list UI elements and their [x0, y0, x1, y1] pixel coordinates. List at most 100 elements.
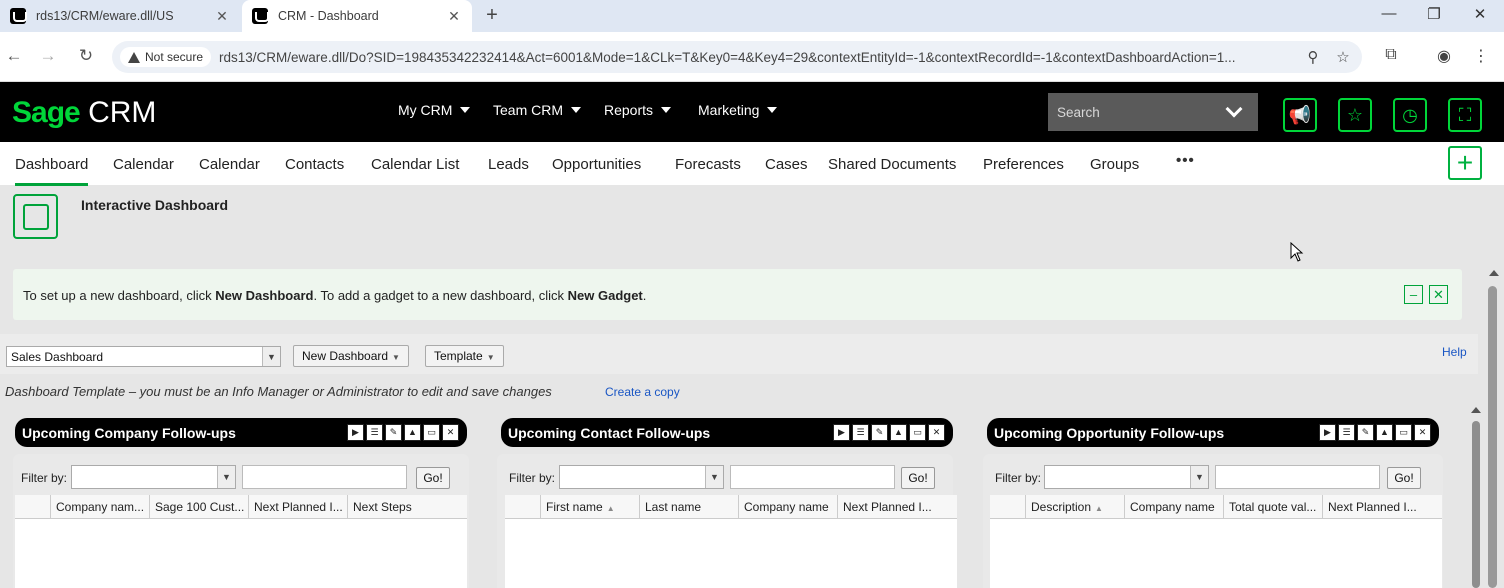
filter-input[interactable]: [730, 465, 895, 489]
scroll-up-icon[interactable]: [1471, 407, 1481, 413]
select-arrow-icon[interactable]: ▼: [217, 466, 235, 488]
restore-icon[interactable]: ❐: [1422, 5, 1446, 23]
filter-select[interactable]: ▼: [71, 465, 236, 489]
close-icon[interactable]: ✕: [442, 424, 459, 441]
tab-calendar-list[interactable]: Calendar List: [371, 156, 459, 173]
page-scrollbar[interactable]: [1486, 268, 1500, 588]
go-button[interactable]: Go!: [416, 467, 450, 489]
minimize-icon[interactable]: —: [1377, 5, 1401, 22]
close-icon[interactable]: ✕: [214, 8, 230, 25]
reload-icon[interactable]: ↻: [75, 46, 97, 66]
column-header[interactable]: Next Planned I...: [1322, 495, 1421, 518]
user-profile-icon[interactable]: ⛶: [1448, 98, 1482, 132]
favorites-star-icon[interactable]: ☆: [1338, 98, 1372, 132]
select-arrow-icon[interactable]: ▼: [262, 347, 280, 366]
list-icon[interactable]: ☰: [852, 424, 869, 441]
tab-leads[interactable]: Leads: [488, 156, 529, 173]
maximize-icon[interactable]: ▭: [909, 424, 926, 441]
column-header[interactable]: Next Steps: [347, 495, 446, 518]
menu-team-crm[interactable]: Team CRM: [493, 102, 582, 118]
minimize-banner-icon[interactable]: –: [1404, 285, 1423, 304]
tab-calendar-2[interactable]: Calendar: [199, 156, 260, 173]
list-icon[interactable]: ☰: [1338, 424, 1355, 441]
url-text[interactable]: rds13/CRM/eware.dll/Do?SID=1984353422324…: [219, 50, 1302, 65]
chevron-down-icon[interactable]: [1225, 100, 1243, 118]
column-header[interactable]: Company name: [1124, 495, 1223, 518]
browser-tab-1[interactable]: rds13/CRM/eware.dll/US ✕: [0, 0, 240, 32]
collapse-up-icon[interactable]: ▲: [404, 424, 421, 441]
column-header[interactable]: Total quote val...: [1223, 495, 1322, 518]
column-header[interactable]: Company name: [738, 495, 837, 518]
browser-tab-2[interactable]: CRM - Dashboard ✕: [242, 0, 472, 32]
more-tabs-icon[interactable]: •••: [1176, 152, 1195, 169]
megaphone-icon[interactable]: 📢: [1283, 98, 1317, 132]
add-new-button[interactable]: +: [1448, 146, 1482, 180]
scroll-up-icon[interactable]: [1489, 270, 1499, 276]
edit-pencil-icon[interactable]: ✎: [385, 424, 402, 441]
scrollbar-thumb[interactable]: [1488, 286, 1497, 588]
filter-select[interactable]: ▼: [1044, 465, 1209, 489]
collapse-up-icon[interactable]: ▲: [1376, 424, 1393, 441]
bookmark-star-icon[interactable]: ☆: [1332, 48, 1354, 66]
tab-forecasts[interactable]: Forecasts: [675, 156, 741, 173]
profile-icon[interactable]: ◉: [1433, 46, 1455, 66]
column-header[interactable]: Company nam...: [50, 495, 149, 518]
new-tab-plus-icon[interactable]: +: [480, 4, 504, 27]
play-icon[interactable]: ▶: [833, 424, 850, 441]
play-icon[interactable]: ▶: [347, 424, 364, 441]
tab-cases[interactable]: Cases: [765, 156, 808, 173]
close-banner-icon[interactable]: ✕: [1429, 285, 1448, 304]
new-dashboard-button[interactable]: New Dashboard ▼: [293, 345, 409, 367]
maximize-icon[interactable]: ▭: [1395, 424, 1412, 441]
forward-arrow-icon[interactable]: →: [37, 46, 59, 66]
edit-pencil-icon[interactable]: ✎: [1357, 424, 1374, 441]
help-link[interactable]: Help: [1442, 345, 1467, 359]
tab-contacts[interactable]: Contacts: [285, 156, 344, 173]
tab-shared-documents[interactable]: Shared Documents: [828, 156, 956, 173]
sage-crm-logo[interactable]: Sage CRM: [12, 96, 156, 130]
menu-reports[interactable]: Reports: [604, 102, 672, 118]
column-header-sorted[interactable]: Description ▲: [1025, 495, 1124, 518]
go-button[interactable]: Go!: [901, 467, 935, 489]
gadget-scrollbar[interactable]: [1470, 405, 1482, 588]
tab-dashboard[interactable]: Dashboard: [15, 156, 89, 186]
template-button[interactable]: Template ▼: [425, 345, 504, 367]
maximize-icon[interactable]: ▭: [423, 424, 440, 441]
filter-input[interactable]: [1215, 465, 1380, 489]
edit-pencil-icon[interactable]: ✎: [871, 424, 888, 441]
close-icon[interactable]: ✕: [446, 8, 462, 25]
column-header[interactable]: Next Planned I...: [837, 495, 936, 518]
go-button[interactable]: Go!: [1387, 467, 1421, 489]
column-header[interactable]: Sage 100 Cust...: [149, 495, 248, 518]
create-copy-link[interactable]: Create a copy: [605, 385, 680, 399]
back-arrow-icon[interactable]: ←: [3, 46, 25, 66]
column-header-sorted[interactable]: First name ▲: [540, 495, 639, 518]
close-icon[interactable]: ✕: [928, 424, 945, 441]
url-box[interactable]: Not secure rds13/CRM/eware.dll/Do?SID=19…: [112, 41, 1362, 73]
search-input[interactable]: Search: [1048, 93, 1258, 131]
filter-select[interactable]: ▼: [559, 465, 724, 489]
not-secure-badge[interactable]: Not secure: [120, 47, 212, 67]
dashboard-select[interactable]: Sales Dashboard ▼: [6, 346, 281, 367]
list-icon[interactable]: ☰: [366, 424, 383, 441]
tab-opportunities[interactable]: Opportunities: [552, 156, 641, 173]
tab-groups[interactable]: Groups: [1090, 156, 1139, 173]
menu-my-crm[interactable]: My CRM: [398, 102, 471, 118]
zoom-icon[interactable]: ⚲: [1302, 48, 1324, 66]
scrollbar-thumb[interactable]: [1472, 421, 1480, 588]
close-icon[interactable]: ✕: [1414, 424, 1431, 441]
select-arrow-icon[interactable]: ▼: [705, 466, 723, 488]
tab-preferences[interactable]: Preferences: [983, 156, 1064, 173]
cast-search-icon[interactable]: ⧉: [1380, 46, 1402, 64]
column-header[interactable]: Last name: [639, 495, 738, 518]
column-header[interactable]: Next Planned I...: [248, 495, 347, 518]
menu-marketing[interactable]: Marketing: [698, 102, 778, 118]
window-close-icon[interactable]: ✕: [1468, 5, 1492, 23]
tab-calendar[interactable]: Calendar: [113, 156, 174, 173]
browser-menu-icon[interactable]: ⋮: [1470, 46, 1492, 66]
select-arrow-icon[interactable]: ▼: [1190, 466, 1208, 488]
recent-clock-icon[interactable]: ◷: [1393, 98, 1427, 132]
play-icon[interactable]: ▶: [1319, 424, 1336, 441]
filter-input[interactable]: [242, 465, 407, 489]
collapse-up-icon[interactable]: ▲: [890, 424, 907, 441]
